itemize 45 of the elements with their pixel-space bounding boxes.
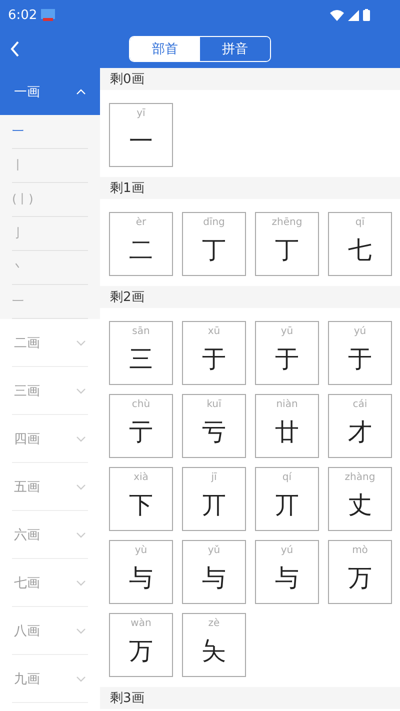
chevron-down-icon	[76, 388, 86, 394]
character-card[interactable]: zhàng 丈	[328, 467, 392, 531]
section-header: 剩2画	[100, 286, 400, 308]
chevron-down-icon	[76, 676, 86, 682]
character-card[interactable]: yú 与	[255, 540, 319, 604]
mode-tab[interactable]: 部首	[130, 37, 200, 61]
character-card[interactable]: yǔ 与	[182, 540, 246, 604]
character-card[interactable]: yù 与	[109, 540, 173, 604]
character-card[interactable]: kuī 亏	[182, 394, 246, 458]
wifi-icon	[330, 10, 344, 20]
back-icon[interactable]	[10, 41, 20, 57]
character-card[interactable]: chù 亍	[109, 394, 173, 458]
character-card[interactable]: zè 夨	[182, 613, 246, 677]
stroke-group[interactable]: 一画	[0, 68, 100, 115]
chevron-down-icon	[76, 532, 86, 538]
character-card[interactable]: jī 丌	[182, 467, 246, 531]
character-card[interactable]: cái 才	[328, 394, 392, 458]
chevron-down-icon	[76, 628, 86, 634]
chevron-up-icon	[76, 88, 86, 94]
chevron-down-icon	[76, 340, 86, 346]
character-card[interactable]: niàn 廿	[255, 394, 319, 458]
app-notification-icon	[41, 9, 56, 21]
section-header: 剩1画	[100, 177, 400, 199]
chevron-down-icon	[76, 580, 86, 586]
character-card[interactable]: mò 万	[328, 540, 392, 604]
battery-icon	[363, 9, 370, 21]
character-card[interactable]: yū 于	[255, 321, 319, 385]
character-card[interactable]: èr 二	[109, 212, 173, 276]
character-card[interactable]: xū 于	[182, 321, 246, 385]
status-time: 6:02	[8, 8, 38, 22]
section-header: 剩3画	[100, 687, 400, 709]
chevron-down-icon	[76, 436, 86, 442]
character-card[interactable]: qī 七	[328, 212, 392, 276]
character-card[interactable]: yú 于	[328, 321, 392, 385]
character-card[interactable]: sān 三	[109, 321, 173, 385]
chevron-down-icon	[76, 484, 86, 490]
character-card[interactable]: dīng 丁	[182, 212, 246, 276]
section-header: 剩0画	[100, 68, 400, 90]
character-card[interactable]: wàn 万	[109, 613, 173, 677]
character-card[interactable]: qí 丌	[255, 467, 319, 531]
character-card[interactable]: zhēng 丁	[255, 212, 319, 276]
signal-icon	[348, 10, 359, 20]
radical-item[interactable]: 一	[12, 115, 88, 149]
character-card[interactable]: yī 一	[109, 103, 173, 167]
character-card[interactable]: xià 下	[109, 467, 173, 531]
